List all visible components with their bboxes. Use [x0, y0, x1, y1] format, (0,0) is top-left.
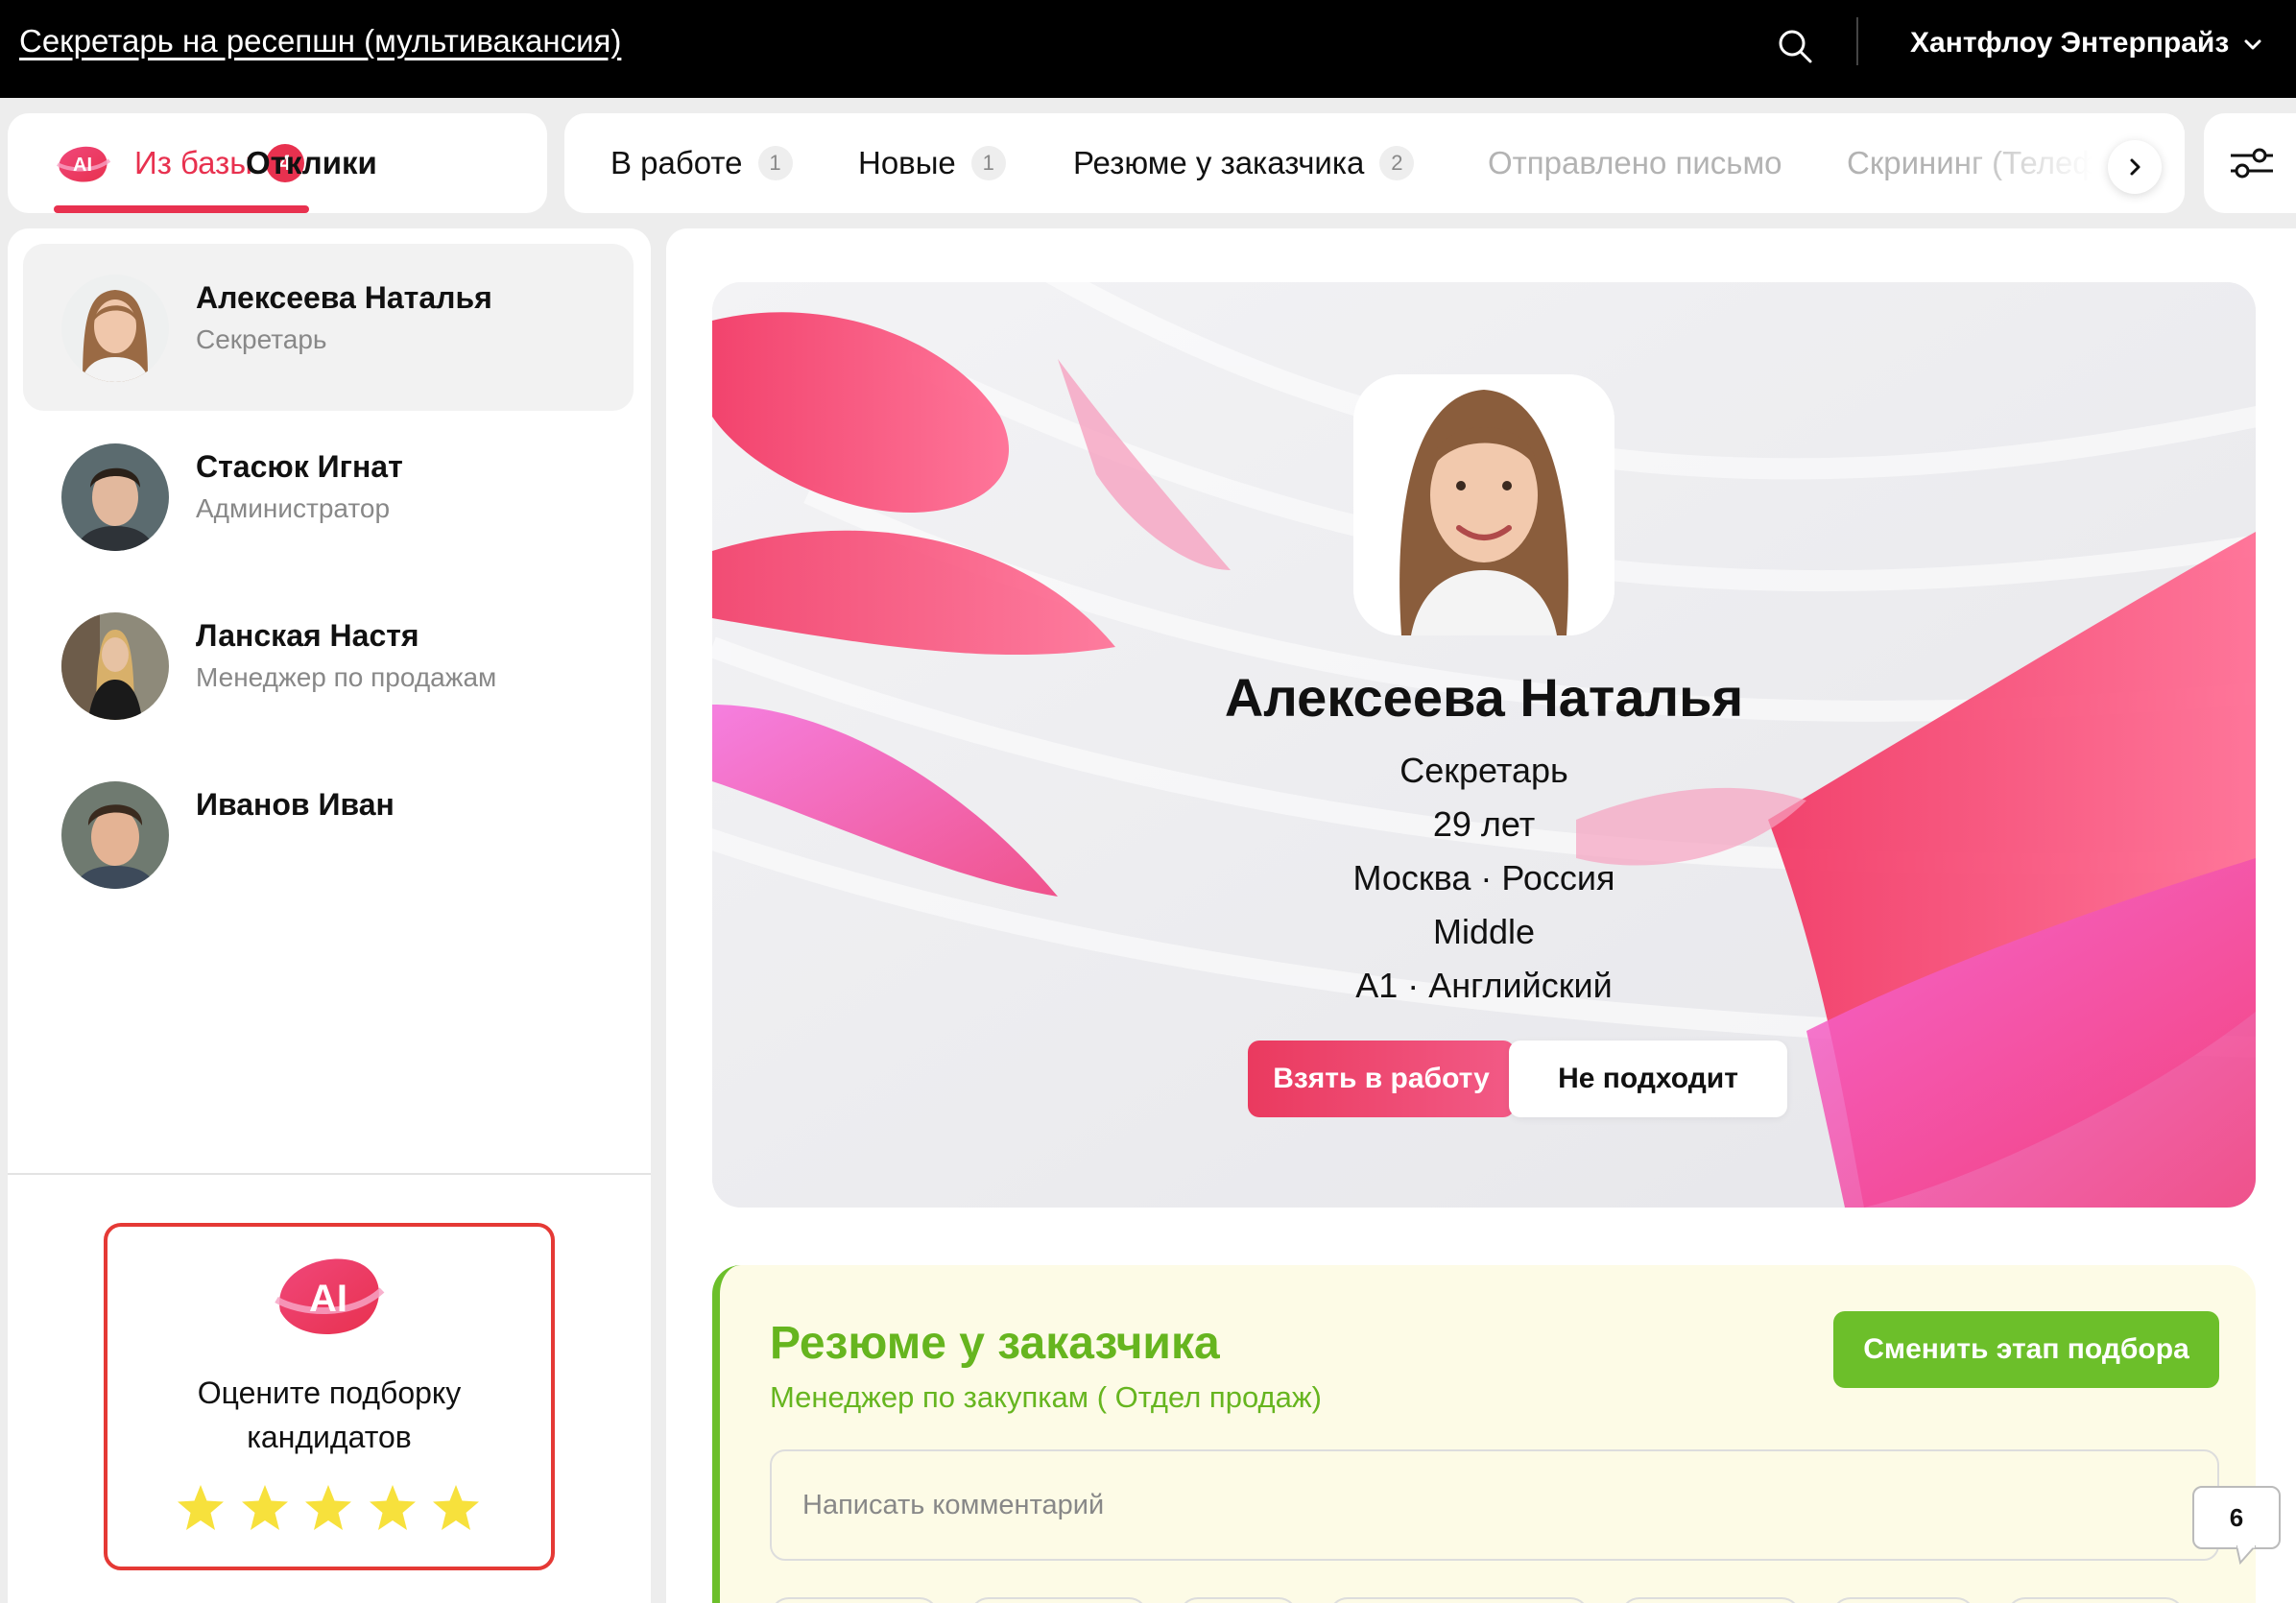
tab-in-work[interactable]: В работе 1	[610, 113, 793, 213]
tab-count-badge: 1	[757, 146, 793, 180]
search-icon[interactable]	[1776, 27, 1814, 65]
tab-label: Новые	[858, 145, 956, 180]
avatar	[61, 443, 169, 551]
ai-icon: AI	[56, 146, 111, 182]
candidate-name: Стасюк Игнат	[196, 449, 403, 484]
svg-text:AI: AI	[73, 155, 92, 176]
take-to-work-button[interactable]: Взять в работу	[1248, 1041, 1515, 1117]
candidate-name: Алексеева Наталья	[196, 280, 492, 315]
vacancy-title[interactable]: Секретарь на ресепшн (мультивакансия)	[19, 23, 621, 60]
stage-card: Резюме у заказчика Менеджер по закупкам …	[712, 1265, 2256, 1603]
filter-panel	[2204, 113, 2296, 213]
rate-prompt-line: Оцените подборку	[197, 1376, 462, 1410]
candidate-item[interactable]: Стасюк Игнат Администратор	[23, 413, 634, 580]
tab-label: Отправлено письмо	[1488, 145, 1782, 180]
profile-name: Алексеева Наталья	[1224, 667, 1744, 728]
tabs-next-button[interactable]	[2108, 140, 2162, 194]
candidate-item[interactable]: Алексеева Наталья Секретарь	[23, 244, 634, 411]
star-icon[interactable]	[175, 1482, 227, 1534]
tab-count-badge: 2	[1379, 146, 1415, 180]
panel-divider	[8, 1173, 651, 1175]
star-rating	[175, 1482, 482, 1534]
star-icon[interactable]	[367, 1482, 419, 1534]
change-stage-button[interactable]: Сменить этап подбора	[1833, 1311, 2219, 1388]
candidate-item[interactable]: Иванов Иван	[23, 751, 634, 918]
tab-resume-at-client[interactable]: Резюме у заказчика 2	[1073, 113, 1415, 213]
active-tab-indicator	[54, 205, 309, 213]
tab-responses[interactable]: Отклики	[246, 113, 377, 213]
profile-photo	[1353, 374, 1614, 635]
profile-level: Middle	[1432, 912, 1536, 951]
tab-count-badge: 1	[970, 146, 1006, 180]
bubble-tail	[2236, 1545, 2256, 1565]
rate-prompt-line: кандидатов	[247, 1420, 412, 1454]
tab-new[interactable]: Новые 1	[858, 113, 1006, 213]
profile-language: A1 · Английский	[1355, 966, 1613, 1005]
star-icon[interactable]	[239, 1482, 291, 1534]
stage-tabs: В работе 1 Новые 1 Резюме у заказчика 2 …	[564, 113, 2185, 213]
comment-tag[interactable]	[1620, 1597, 1801, 1603]
candidate-list-panel: Алексеева Наталья Секретарь Стасюк Игнат…	[8, 228, 651, 1603]
candidate-name: Ланская Настя	[196, 618, 419, 653]
comment-tag[interactable]	[1831, 1597, 1975, 1603]
profile-location: Москва · Россия	[1352, 858, 1615, 897]
ai-label: AI	[309, 1278, 347, 1320]
candidate-role: Менеджер по продажам	[196, 662, 497, 692]
avatar	[61, 781, 169, 889]
filter-icon[interactable]	[2229, 144, 2275, 182]
tab-label: Отклики	[246, 145, 377, 180]
comment-placeholder: Написать комментарий	[802, 1490, 1105, 1520]
star-icon[interactable]	[302, 1482, 354, 1534]
comment-tag[interactable]	[1179, 1597, 1298, 1603]
tab-label: Резюме у заказчика	[1073, 145, 1365, 180]
chevron-down-icon[interactable]	[2242, 35, 2263, 56]
top-bar: Секретарь на ресепшн (мультивакансия) Ха…	[0, 0, 2296, 98]
comment-tags	[770, 1597, 2219, 1603]
candidate-name: Иванов Иван	[196, 787, 395, 822]
comment-tag[interactable]	[1328, 1597, 1590, 1603]
comment-tag[interactable]	[969, 1597, 1148, 1603]
rate-prompt: Оцените подборку кандидатов	[108, 1371, 551, 1459]
comment-input[interactable]: Написать комментарий	[770, 1449, 2219, 1561]
tab-letter-sent[interactable]: Отправлено письмо	[1488, 113, 1782, 213]
tab-label: Из базы	[134, 145, 252, 180]
stage-title: Резюме у заказчика	[770, 1318, 1220, 1369]
chevron-right-icon	[2130, 158, 2141, 176]
candidate-role: Секретарь	[196, 324, 327, 354]
stage-vacancy[interactable]: Менеджер по закупкам ( Отдел продаж)	[770, 1380, 1322, 1415]
profile-age: 29 лет	[1432, 804, 1536, 844]
company-switcher[interactable]: Хантфлоу Энтерпрайз	[1910, 27, 2229, 60]
rate-selection-box: AI Оцените подборку кандидатов	[104, 1223, 555, 1570]
ai-icon: AI	[275, 1258, 385, 1335]
comment-tag[interactable]	[2006, 1597, 2185, 1603]
avatar	[61, 275, 169, 382]
candidate-item[interactable]: Ланская Настя Менеджер по продажам	[23, 582, 634, 749]
profile-hero: Алексеева Наталья Секретарь 29 лет Москв…	[712, 282, 2256, 1208]
candidate-role: Администратор	[196, 493, 391, 523]
not-suitable-button[interactable]: Не подходит	[1509, 1041, 1787, 1117]
avatar	[61, 612, 169, 720]
tab-label: В работе	[610, 145, 743, 180]
profile-position: Секретарь	[1399, 751, 1568, 790]
candidate-detail-panel: Алексеева Наталья Секретарь 29 лет Москв…	[666, 228, 2296, 1603]
source-tabs: AI Из базы 4 Отклики	[8, 113, 547, 213]
top-divider	[1856, 17, 1858, 65]
comment-tag[interactable]	[770, 1597, 939, 1603]
comments-counter[interactable]: 6	[2192, 1486, 2281, 1549]
star-icon[interactable]	[430, 1482, 482, 1534]
